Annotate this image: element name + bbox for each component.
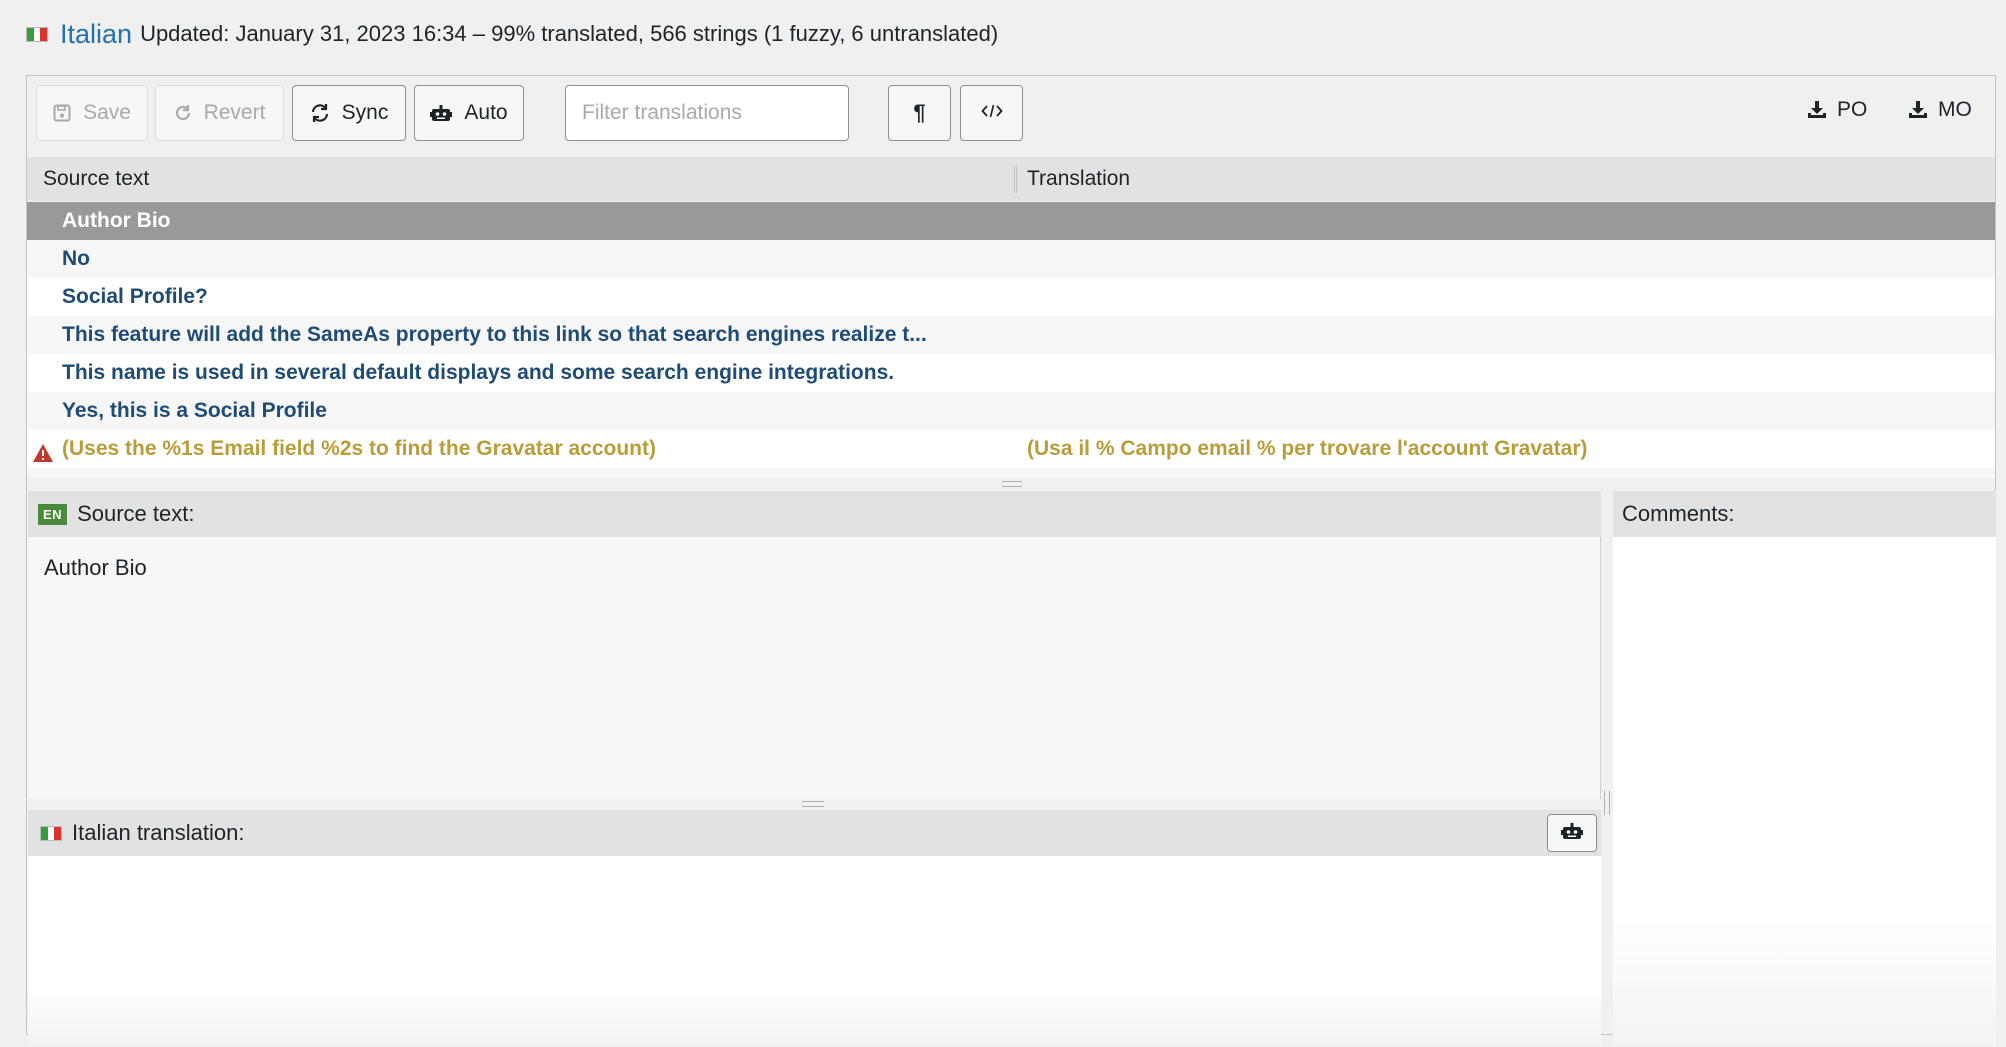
list-resize-handle[interactable] (1002, 481, 1022, 487)
auto-translate-button[interactable]: Auto (414, 85, 524, 141)
revert-button[interactable]: Revert (155, 85, 284, 141)
source-text-box: Author Bio (28, 537, 1601, 799)
pilcrow-icon: ¶ (913, 100, 926, 125)
sync-label: Sync (341, 101, 389, 124)
toggle-invisibles-button[interactable]: ¶ (888, 85, 951, 141)
row-source: This feature will add the SameAs propert… (62, 323, 927, 346)
list-item[interactable]: Social Profile? (27, 278, 1995, 316)
editor-frame: Save Revert Sync Auto ¶ (26, 75, 1996, 1047)
sync-icon (310, 103, 330, 123)
list-item[interactable]: Yes, this is a Social Profile (27, 392, 1995, 430)
comments-panel-header: Comments: (1613, 491, 1996, 537)
save-icon (53, 104, 71, 122)
italy-flag-icon (26, 26, 48, 42)
revert-icon (174, 104, 192, 122)
side-resize-handle[interactable] (1604, 791, 1610, 815)
sync-button[interactable]: Sync (292, 85, 406, 141)
comments-box (1613, 537, 1996, 1047)
download-icon (1908, 101, 1928, 119)
translation-textarea[interactable] (28, 856, 1601, 1046)
italy-flag-icon (40, 825, 62, 841)
robot-icon (430, 104, 453, 122)
po-label: PO (1837, 98, 1868, 121)
code-icon (980, 101, 1003, 125)
source-text: Author Bio (44, 555, 147, 580)
row-source: Social Profile? (62, 285, 208, 308)
download-icon (1807, 101, 1827, 119)
mo-label: MO (1938, 98, 1972, 121)
list-item-fuzzy[interactable]: (Uses the %1s Email field %2s to find th… (27, 430, 1995, 468)
column-resize-handle[interactable] (1014, 165, 1017, 193)
column-source-header[interactable]: Source text (43, 167, 149, 191)
language-link[interactable]: Italian (60, 19, 132, 50)
toolbar: Save Revert Sync Auto ¶ (27, 76, 1995, 157)
row-source: Yes, this is a Social Profile (62, 399, 327, 422)
source-panel-label: Source text: (77, 501, 195, 526)
auto-translate-string-button[interactable] (1547, 814, 1597, 852)
row-source: (Uses the %1s Email field %2s to find th… (62, 437, 656, 460)
row-source: No (62, 247, 90, 270)
row-source: Author Bio (62, 209, 171, 232)
panel-resize-handle[interactable] (802, 801, 824, 807)
auto-label: Auto (464, 101, 508, 124)
list-item[interactable]: Author Bio (27, 202, 1995, 240)
row-source: This name is used in several default dis… (62, 361, 895, 384)
string-list[interactable]: Author Bio No Social Profile? This featu… (27, 202, 1995, 478)
translation-status: Updated: January 31, 2023 16:34 – 99% tr… (140, 21, 999, 46)
save-label: Save (83, 101, 131, 124)
column-translation-header[interactable]: Translation (1027, 167, 1130, 191)
save-button[interactable]: Save (36, 85, 148, 141)
list-item[interactable]: No (27, 240, 1995, 278)
list-item[interactable]: This name is used in several default dis… (27, 354, 1995, 392)
robot-icon (1561, 820, 1583, 846)
source-panel-header: EN Source text: (28, 491, 1601, 537)
revert-label: Revert (203, 101, 266, 124)
list-item[interactable]: This feature will add the SameAs propert… (27, 316, 1995, 354)
translation-panel-label: Italian translation: (72, 820, 245, 845)
filter-input[interactable] (565, 85, 849, 141)
download-po-button[interactable]: PO (1807, 98, 1867, 122)
translation-panel-header: Italian translation: (28, 810, 1601, 856)
page-header: Italian Updated: January 31, 2023 16:34 … (26, 18, 998, 50)
language-badge: EN (38, 503, 68, 525)
toggle-code-view-button[interactable] (960, 85, 1023, 141)
download-mo-button[interactable]: MO (1908, 98, 1972, 122)
list-item[interactable] (27, 468, 1995, 478)
list-header: Source text Translation (27, 157, 1995, 201)
row-translation: (Usa il % Campo email % per trovare l'ac… (1027, 437, 1588, 460)
comments-panel-label: Comments: (1622, 501, 1735, 526)
